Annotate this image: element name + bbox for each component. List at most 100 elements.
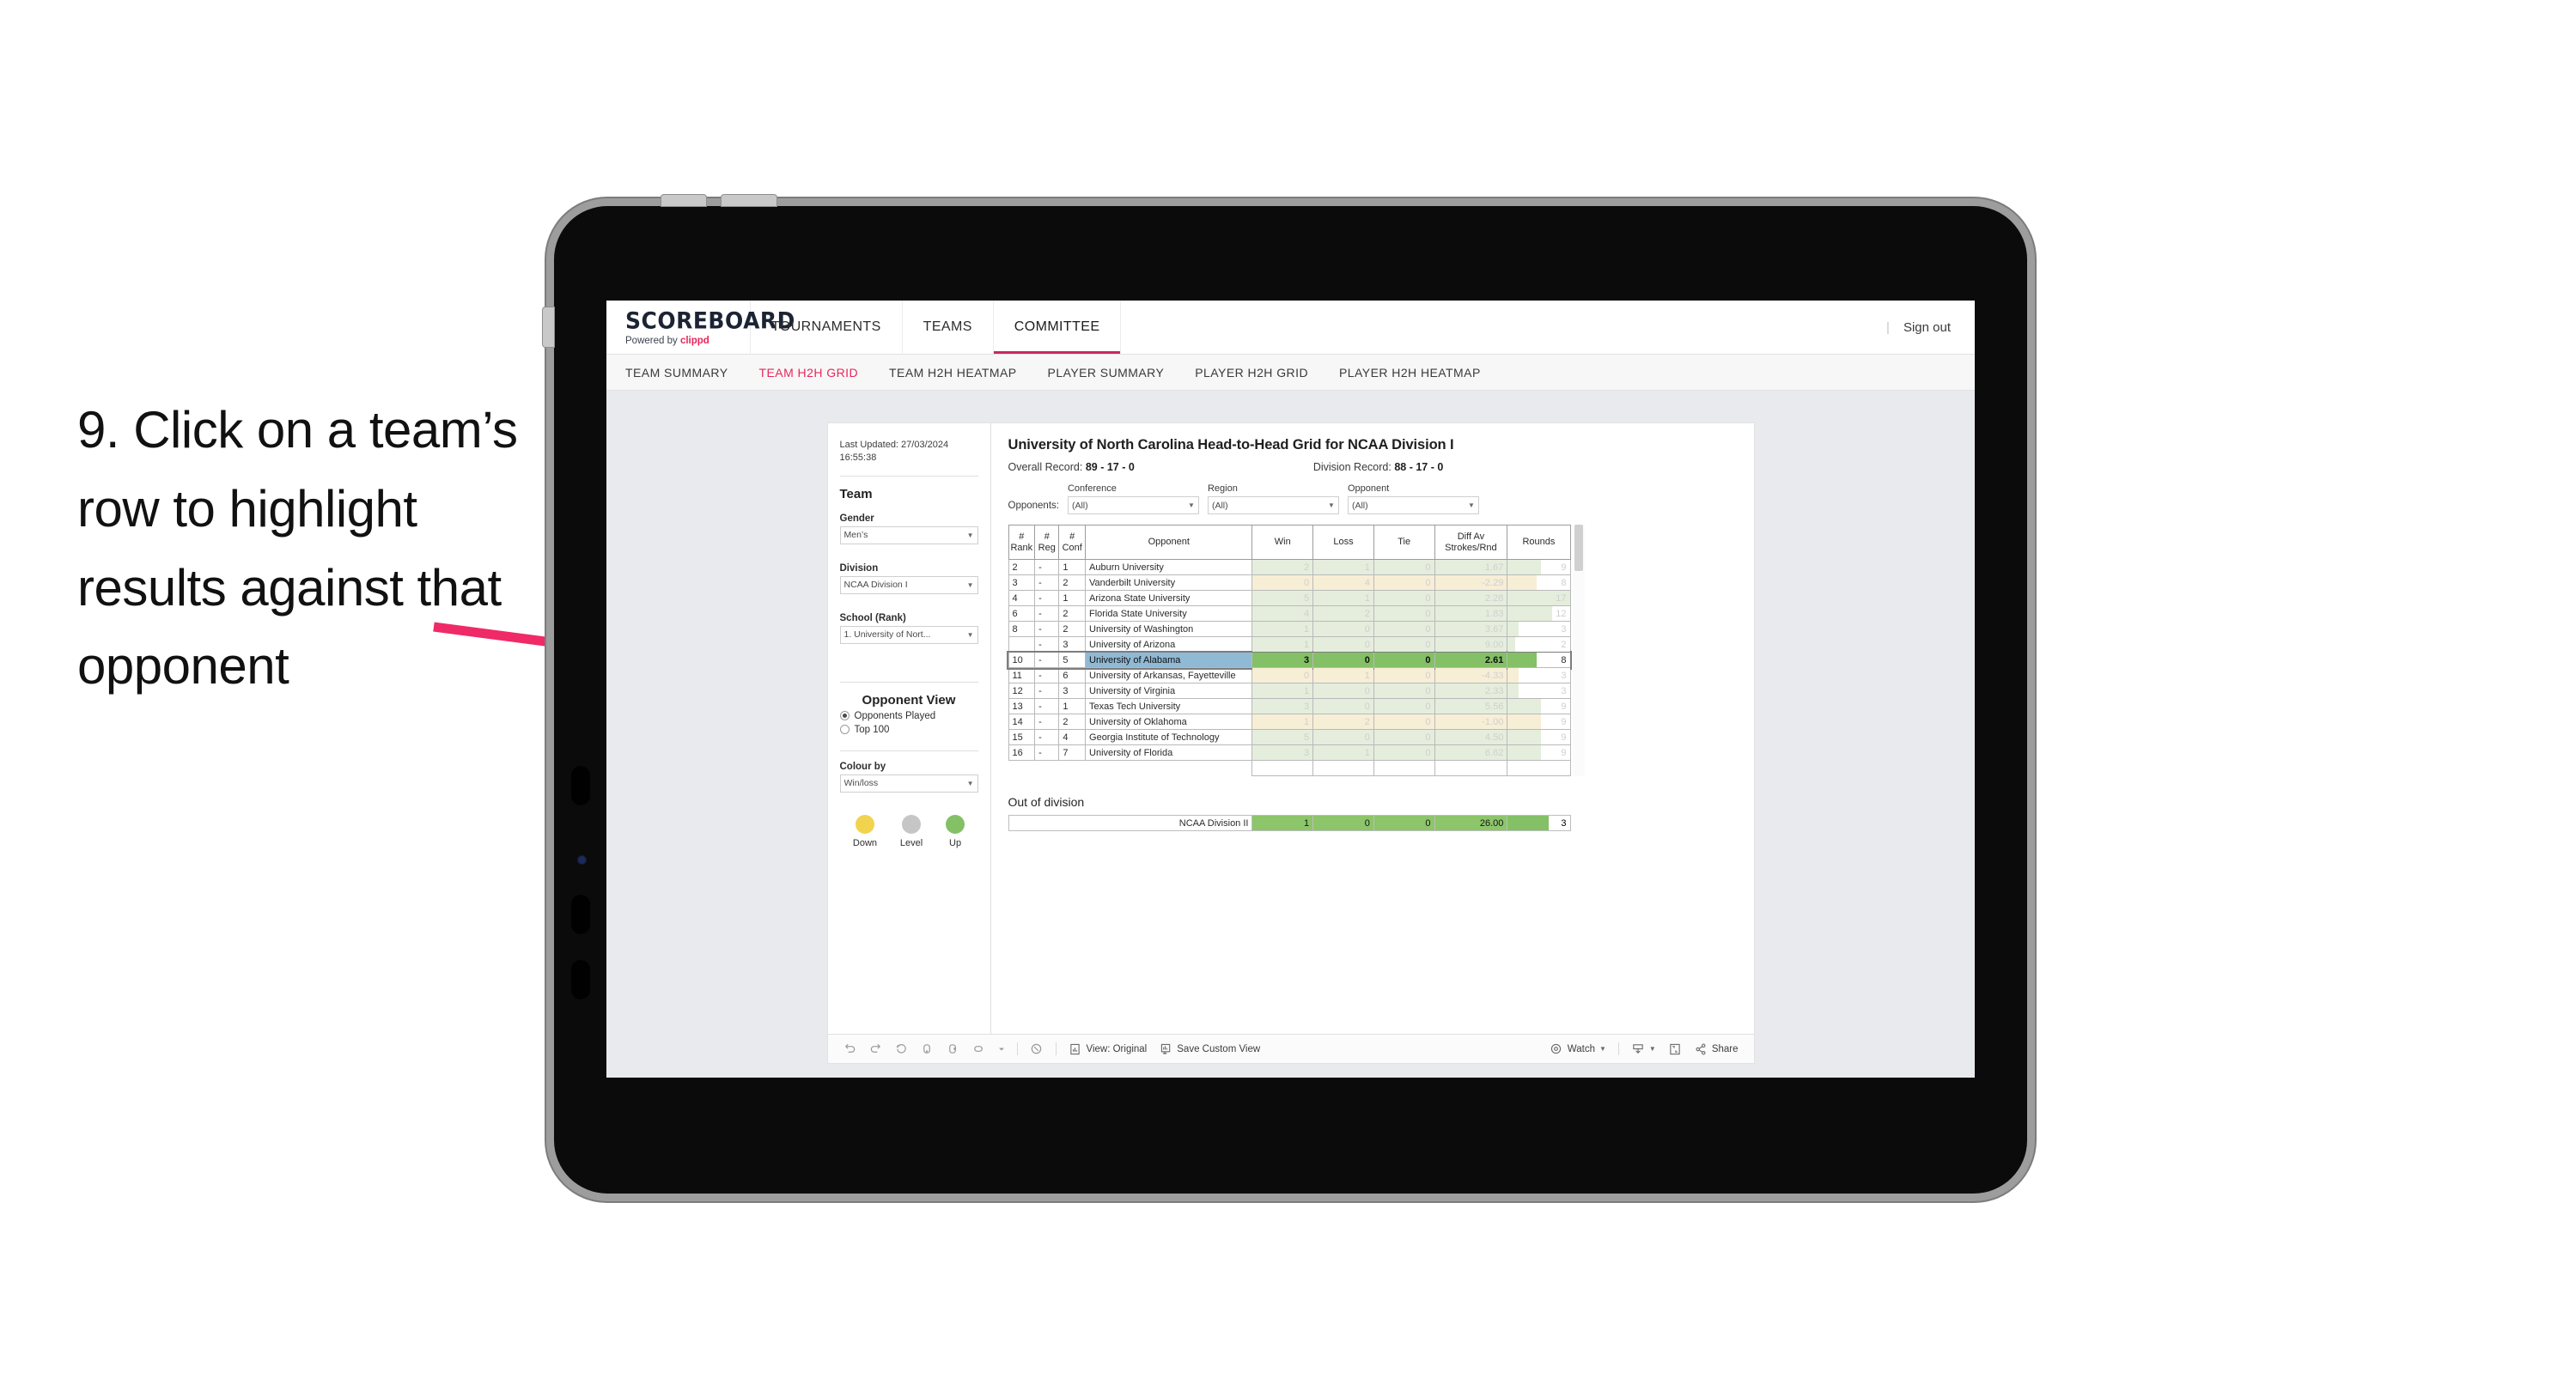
cell-rank: 12 — [1008, 683, 1036, 699]
primary-nav: TOURNAMENTS TEAMS COMMITTEE — [751, 301, 1122, 354]
subtab-player-summary[interactable]: PLAYER SUMMARY — [1048, 366, 1165, 380]
filter-conference-select[interactable]: (All) ▼ — [1067, 496, 1199, 514]
cell-win: 4 — [1251, 605, 1314, 622]
out-of-division-tie: 0 — [1373, 815, 1435, 831]
division-select[interactable]: NCAA Division I ▼ — [839, 575, 978, 594]
nav-tab-committee[interactable]: COMMITTEE — [993, 301, 1122, 354]
table-row[interactable]: 13-1 Texas Tech University 3 0 0 5.56 9 — [1008, 698, 1571, 714]
redo-icon[interactable] — [869, 1042, 883, 1056]
cell-diff: -4.33 — [1434, 667, 1508, 683]
h2h-grid-body: 2-1 Auburn University 2 1 0 1.67 9 3-2 Vanderbil… — [1007, 559, 1572, 776]
col-reg-line1: # — [1044, 531, 1050, 542]
cell-win: 5 — [1251, 590, 1314, 606]
help-icon[interactable] — [1030, 1042, 1044, 1056]
table-row[interactable]: 15-4 Georgia Institute of Technology 5 0 0 4.… — [1008, 729, 1571, 745]
chevron-down-icon[interactable] — [998, 1042, 1005, 1056]
table-row[interactable]: 3-2 Vanderbilt University 0 4 0 -2.29 8 — [1008, 574, 1571, 591]
col-win: Win — [1251, 525, 1314, 560]
power-button[interactable] — [543, 307, 554, 347]
out-of-division-table: NCAA Division II 1 0 0 26.00 3 — [1008, 815, 1571, 831]
table-scrollbar[interactable] — [1572, 525, 1585, 776]
gender-select[interactable]: Men’s ▼ — [839, 525, 978, 544]
filter-region-select[interactable]: (All) ▼ — [1207, 496, 1339, 514]
cell-tie: 0 — [1373, 605, 1435, 622]
chevron-down-icon: ▼ — [966, 630, 974, 639]
table-row[interactable]: 2-1 Auburn University 2 1 0 1.67 9 — [1008, 559, 1571, 575]
view-original-label: View: Original — [1086, 1043, 1148, 1054]
h2h-grid-table: # Rank # Reg # Conf Opponent Win Loss Tie D… — [1007, 525, 1572, 776]
radio-icon — [839, 725, 850, 735]
brand-sub-name: clippd — [679, 336, 709, 346]
speaker-grille — [571, 960, 590, 999]
revert-icon[interactable] — [895, 1042, 909, 1056]
col-diff-line1: Diff Av — [1457, 531, 1485, 542]
legend-dot-down-icon — [855, 814, 874, 834]
division-record: Division Record: 88 - 17 - 0 — [1313, 461, 1443, 473]
subtab-player-h2h-heatmap[interactable]: PLAYER H2H HEATMAP — [1339, 366, 1481, 380]
out-of-division-row[interactable]: NCAA Division II 1 0 0 26.00 3 — [1008, 815, 1571, 831]
share-button[interactable]: Share — [1694, 1042, 1739, 1056]
toolbar-divider — [1016, 1042, 1018, 1055]
table-row[interactable]: 12-3 University of Virginia 1 0 0 2.33 3 — [1008, 683, 1571, 699]
legend-item-level: Level — [900, 814, 923, 848]
watch-button[interactable]: Watch ▼ — [1550, 1042, 1606, 1056]
cell-reg: - — [1034, 714, 1060, 730]
sign-out-link[interactable]: Sign out — [1903, 320, 1951, 335]
radio-top-100[interactable]: Top 100 — [839, 725, 978, 735]
table-row[interactable]: 16-7 University of Florida 3 1 0 6.62 9 — [1008, 744, 1571, 761]
subtab-player-h2h-grid[interactable]: PLAYER H2H GRID — [1195, 366, 1308, 380]
pause-icon[interactable] — [947, 1042, 960, 1056]
download-icon — [1631, 1042, 1645, 1056]
table-scrollbar-thumb[interactable] — [1574, 525, 1583, 571]
nav-tab-teams[interactable]: TEAMS — [903, 301, 994, 354]
legend-dot-level-icon — [902, 814, 922, 834]
cell-rounds: 9 — [1507, 698, 1571, 714]
last-updated-text: Last Updated: 27/03/2024 16:55:38 — [839, 440, 949, 464]
filter-sidebar: Last Updated: 27/03/2024 16:55:38 Team G… — [828, 423, 991, 1034]
school-select[interactable]: 1. University of Nort... ▼ — [839, 625, 978, 644]
pan-icon[interactable] — [972, 1042, 986, 1056]
cell-rounds: 9 — [1507, 714, 1571, 730]
subtab-team-summary[interactable]: TEAM SUMMARY — [625, 366, 728, 380]
undo-icon[interactable] — [843, 1042, 857, 1056]
download-button[interactable]: ▼ — [1631, 1042, 1656, 1056]
cell-loss: 2 — [1312, 714, 1374, 730]
table-row[interactable]: 6-2 Florida State University 4 2 0 1.83 12 — [1008, 605, 1571, 622]
view-original-button[interactable]: View: Original — [1069, 1042, 1148, 1056]
subtab-team-h2h-grid[interactable]: TEAM H2H GRID — [759, 366, 859, 380]
col-conf-line1: # — [1069, 531, 1075, 542]
filter-opponent-select[interactable]: (All) ▼ — [1347, 496, 1479, 514]
cell-rounds: 8 — [1507, 652, 1571, 668]
cell-reg: - — [1034, 636, 1060, 653]
col-diff-line2: Strokes/Rnd — [1445, 542, 1497, 553]
cell-rank: 16 — [1008, 744, 1036, 761]
table-row[interactable]: 11-6 University of Arkansas, Fayetteville… — [1008, 667, 1571, 683]
team-section-heading: Team — [839, 486, 873, 501]
cell-reg: - — [1034, 698, 1060, 714]
table-empty-space — [1008, 760, 1571, 776]
table-row[interactable]: 8-2 University of Washington 1 0 0 3.67 3 — [1008, 621, 1571, 637]
nav-tab-tournaments[interactable]: TOURNAMENTS — [751, 301, 903, 354]
table-row[interactable]: 10-5 University of Alabama 3 0 0 2.61 8 — [1007, 650, 1572, 670]
colour-by-select[interactable]: Win/loss ▼ — [839, 774, 978, 793]
cell-reg: - — [1034, 590, 1060, 606]
subtab-team-h2h-heatmap[interactable]: TEAM H2H HEATMAP — [889, 366, 1017, 380]
radio-opponents-played[interactable]: Opponents Played — [839, 711, 978, 721]
save-custom-view-button[interactable]: Save Custom View — [1159, 1042, 1260, 1056]
cell-loss: 0 — [1312, 652, 1374, 668]
refresh-icon[interactable] — [921, 1042, 935, 1056]
dashboard-workspace: Last Updated: 27/03/2024 16:55:38 Team G… — [606, 391, 1975, 1063]
table-row[interactable]: -3 University of Arizona 1 0 0 9.00 2 — [1008, 636, 1571, 653]
table-row[interactable]: 14-2 University of Oklahoma 1 2 0 -1.00 9 — [1008, 714, 1571, 730]
table-row[interactable]: 4-1 Arizona State University 5 1 0 2.28 17 — [1008, 590, 1571, 606]
cell-win: 1 — [1251, 636, 1314, 653]
cell-opponent: University of Alabama — [1085, 652, 1253, 668]
fullscreen-icon[interactable] — [1668, 1042, 1682, 1056]
cell-loss: 0 — [1312, 621, 1374, 637]
col-rank-line2: Rank — [1010, 542, 1033, 553]
volume-up-button[interactable] — [661, 195, 706, 206]
cell-opponent: Texas Tech University — [1085, 698, 1253, 714]
cell-win: 3 — [1251, 744, 1314, 761]
brand-logo[interactable]: SCOREBOARD Powered by clippd — [606, 301, 795, 354]
volume-down-button[interactable] — [722, 195, 776, 206]
